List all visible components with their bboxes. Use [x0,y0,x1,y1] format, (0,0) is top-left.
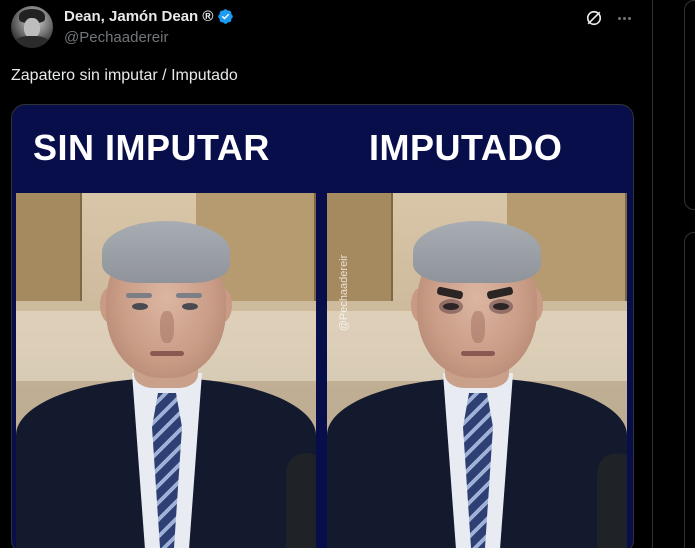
sidebar-card [684,232,695,548]
media-image[interactable]: SIN IMPUTAR IMPUTADO @Pechaadereir [11,104,634,548]
watermark: @Pechaadereir [334,197,354,397]
column-divider [652,0,653,548]
right-photo [327,193,627,548]
sidebar-card [684,0,695,210]
grok-icon[interactable] [584,8,604,28]
tweet-text: Zapatero sin imputar / Imputado [11,67,238,84]
watermark-text: @Pechaadereir [338,254,350,332]
more-options-icon[interactable] [614,8,634,28]
display-name[interactable]: Dean, Jamón Dean ® [64,8,213,25]
right-panel-title: IMPUTADO [369,127,563,168]
verified-badge-icon [217,8,234,25]
avatar[interactable] [11,6,53,48]
left-photo [16,193,316,548]
author-row: Dean, Jamón Dean ® [64,8,234,25]
left-panel-title: SIN IMPUTAR [33,127,270,168]
tweet: Dean, Jamón Dean ® @Pechaadereir Zapater… [0,0,652,548]
user-handle[interactable]: @Pechaadereir [64,29,168,46]
